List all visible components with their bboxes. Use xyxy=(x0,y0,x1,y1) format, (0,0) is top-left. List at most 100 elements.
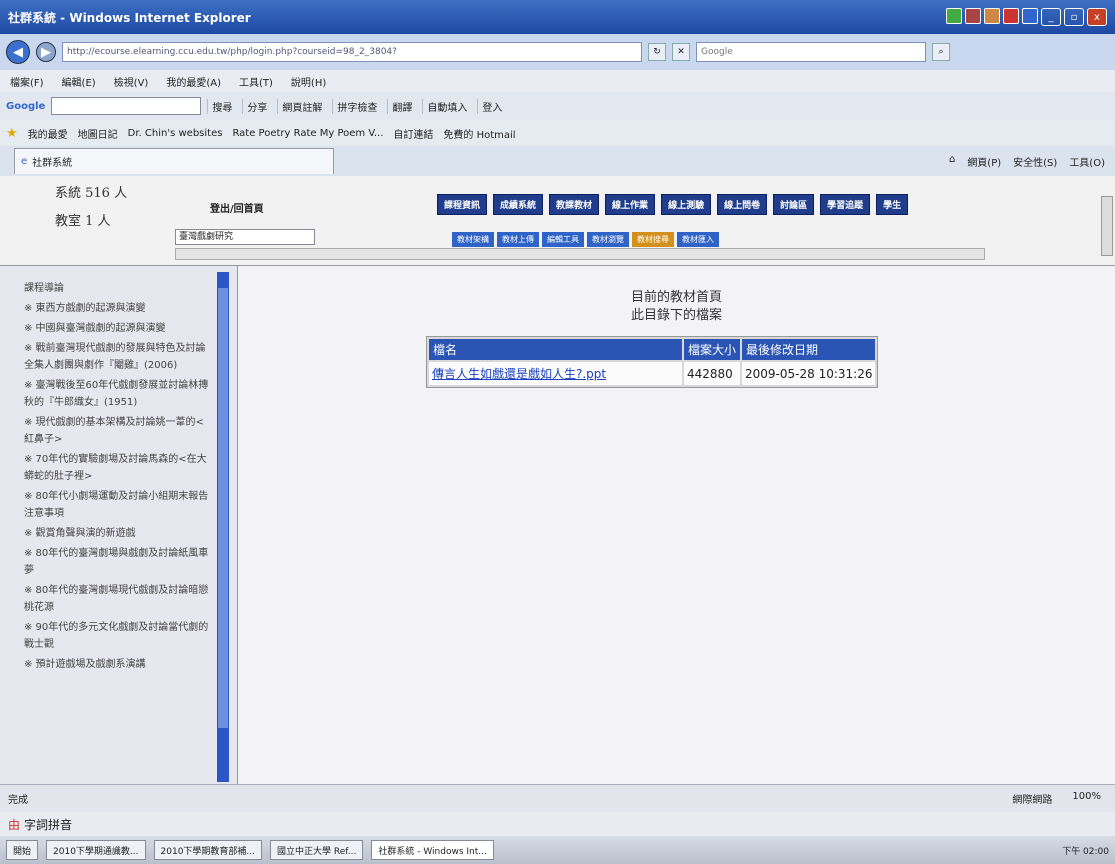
nav-tracking[interactable]: 學習追蹤 xyxy=(820,194,871,215)
gtool-search[interactable]: 搜尋 xyxy=(207,98,236,114)
logout-home-link[interactable]: 登出/回首頁 xyxy=(210,200,264,215)
gtool-translate[interactable]: 翻譯 xyxy=(387,98,416,114)
chapter-item[interactable]: ※ 80年代的臺灣劇場與戲劇及討論紙風車夢 xyxy=(24,545,212,579)
stop-icon[interactable]: ✕ xyxy=(672,43,690,61)
chapter-item[interactable]: ※ 東西方戲劇的起源與演變 xyxy=(24,300,212,317)
ime-icon[interactable]: 由 xyxy=(8,816,20,833)
google-logo: Google xyxy=(6,100,46,112)
chapter-item[interactable]: ※ 70年代的實驗劇場及討論馬森的<在大蟒蛇的肚子裡> xyxy=(24,451,212,485)
scrollbar-thumb[interactable] xyxy=(218,288,228,728)
sidebar-scrollbar[interactable] xyxy=(217,272,229,782)
minimize-button[interactable]: _ xyxy=(1041,8,1061,26)
subnav-edit-tools[interactable]: 編輯工具 xyxy=(542,232,584,247)
taskbar-item-active[interactable]: 社群系統 - Windows Int... xyxy=(371,840,494,860)
fav-item[interactable]: 地圖日記 xyxy=(78,126,118,141)
gtool-signin[interactable]: 登入 xyxy=(477,98,506,114)
maximize-button[interactable]: ▫ xyxy=(1064,8,1084,26)
zoom-level[interactable]: 100% xyxy=(1072,791,1101,806)
chapter-item[interactable]: ※ 80年代小劇場運動及討論小組期末報告注意事項 xyxy=(24,488,212,522)
chapter-item[interactable]: ※ 90年代的多元文化戲劇及討論當代劇的戰士觀 xyxy=(24,619,212,653)
menu-view[interactable]: 檢視(V) xyxy=(114,74,149,89)
status-text: 完成 xyxy=(8,795,28,806)
gtool-autofill[interactable]: 自動填入 xyxy=(422,98,471,114)
taskbar-item[interactable]: 2010下學期通識教... xyxy=(46,840,146,860)
gtool-spellcheck[interactable]: 拼字檢查 xyxy=(332,98,381,114)
menu-help[interactable]: 說明(H) xyxy=(291,74,326,89)
nav-materials[interactable]: 教課教材 xyxy=(549,194,600,215)
classroom-count: 教室 1 人 xyxy=(55,214,111,229)
address-bar: ◀ ▶ http://ecourse.elearning.ccu.edu.tw/… xyxy=(0,34,1115,70)
chapter-item[interactable]: ※ 預計遊戲場及戲劇系演講 xyxy=(24,656,212,673)
app-icon[interactable] xyxy=(946,8,962,24)
forward-button[interactable]: ▶ xyxy=(36,42,56,62)
url-field[interactable]: http://ecourse.elearning.ccu.edu.tw/php/… xyxy=(62,42,642,62)
taskbar: 開始 2010下學期通識教... 2010下學期教育部補... 國立中正大學 R… xyxy=(0,836,1115,864)
page-header: 系統 516 人 教室 1 人 登出/回首頁 臺灣戲劇研究 課程資訊 成績系統 … xyxy=(0,176,1115,266)
gtool-notes[interactable]: 網頁註解 xyxy=(277,98,326,114)
chapter-item[interactable]: 課程導論 xyxy=(24,280,212,297)
back-button[interactable]: ◀ xyxy=(6,40,30,64)
subnav-upload[interactable]: 教材上傳 xyxy=(497,232,539,247)
online-count: 系統 516 人 xyxy=(55,186,128,201)
app-icon[interactable] xyxy=(1022,8,1038,24)
refresh-icon[interactable]: ↻ xyxy=(648,43,666,61)
chapter-item[interactable]: ※ 戰前臺灣現代戲劇的發展與特色及討論全集人劇團與劇作『閹雞』(2006) xyxy=(24,340,212,374)
chapter-item[interactable]: ※ 臺灣戰後至60年代戲劇發展並討論林摶秋的『牛郎織女』(1951) xyxy=(24,377,212,411)
main-content: 目前的教材首頁 此目錄下的檔案 檔名 檔案大小 最後修改日期 傳言人生如戲還是戲… xyxy=(238,266,1115,784)
menu-edit[interactable]: 編輯(E) xyxy=(62,74,96,89)
file-date-cell: 2009-05-28 10:31:26 xyxy=(742,362,876,385)
favorites-label[interactable]: 我的最愛 xyxy=(28,126,68,141)
header-scrollbar[interactable] xyxy=(175,248,985,260)
chapter-item[interactable]: ※ 現代戲劇的基本架構及討論姚一葦的<紅鼻子> xyxy=(24,414,212,448)
zone-label: 網際網路 xyxy=(1012,795,1053,806)
taskbar-item[interactable]: 2010下學期教育部補... xyxy=(153,840,263,860)
fav-item[interactable]: Rate Poetry Rate My Poem V... xyxy=(232,128,383,139)
ime-label[interactable]: 字詞拼音 xyxy=(24,816,72,833)
chapter-item[interactable]: ※ 觀賞角聲與演的新遊戲 xyxy=(24,525,212,542)
subnav-browse[interactable]: 教材瀏覽 xyxy=(587,232,629,247)
home-icon[interactable]: ⌂ xyxy=(949,154,955,169)
close-button[interactable]: x xyxy=(1087,8,1107,26)
tab-current[interactable]: e 社群系統 xyxy=(14,148,334,174)
menu-file[interactable]: 檔案(F) xyxy=(10,74,44,89)
google-search-input[interactable] xyxy=(51,97,202,115)
app-icon[interactable] xyxy=(984,8,1000,24)
online-counts: 系統 516 人 教室 1 人 xyxy=(55,180,127,236)
app-icon[interactable] xyxy=(965,8,981,24)
taskbar-item[interactable]: 國立中正大學 Ref... xyxy=(270,840,364,860)
tab-bar: e 社群系統 ⌂ 網頁(P) 安全性(S) 工具(O) xyxy=(0,146,1115,176)
file-link[interactable]: 傳言人生如戲還是戲如人生?.ppt xyxy=(432,367,606,381)
sub-nav: 教材架構 教材上傳 編輯工具 教材瀏覽 教材搜尋 教材匯入 xyxy=(452,232,719,247)
chapter-item[interactable]: ※ 中國與臺灣戲劇的起源與演變 xyxy=(24,320,212,337)
nav-grades[interactable]: 成績系統 xyxy=(493,194,544,215)
system-clock: 下午 02:00 xyxy=(1062,846,1109,857)
fav-item[interactable]: 免費的 Hotmail xyxy=(443,126,515,141)
nav-students[interactable]: 學生 xyxy=(876,194,909,215)
chapter-item[interactable]: ※ 80年代的臺灣劇場現代戲劇及討論暗戀桃花源 xyxy=(24,582,212,616)
tool-tools[interactable]: 工具(O) xyxy=(1069,154,1105,169)
tool-page[interactable]: 網頁(P) xyxy=(967,154,1001,169)
fav-item[interactable]: 自訂連結 xyxy=(393,126,433,141)
tool-safety[interactable]: 安全性(S) xyxy=(1013,154,1057,169)
app-icon[interactable] xyxy=(1003,8,1019,24)
menu-favorites[interactable]: 我的最愛(A) xyxy=(166,74,221,89)
nav-quiz[interactable]: 線上測驗 xyxy=(661,194,712,215)
subnav-search[interactable]: 教材搜尋 xyxy=(632,232,674,247)
gtool-share[interactable]: 分享 xyxy=(242,98,271,114)
chapter-list: 課程導論 ※ 東西方戲劇的起源與演變 ※ 中國與臺灣戲劇的起源與演變 ※ 戰前臺… xyxy=(24,280,212,676)
top-nav: 課程資訊 成績系統 教課教材 線上作業 線上測驗 線上問卷 討論區 學習追蹤 學… xyxy=(437,194,909,215)
search-input[interactable]: Google xyxy=(696,42,926,62)
header-vertical-scrollbar[interactable] xyxy=(1101,196,1113,256)
nav-survey[interactable]: 線上問卷 xyxy=(717,194,768,215)
fav-item[interactable]: Dr. Chin's websites xyxy=(128,128,223,139)
nav-homework[interactable]: 線上作業 xyxy=(605,194,656,215)
search-icon[interactable]: ⌕ xyxy=(932,43,950,61)
menu-tools[interactable]: 工具(T) xyxy=(239,74,273,89)
nav-course-info[interactable]: 課程資訊 xyxy=(437,194,488,215)
subnav-import[interactable]: 教材匯入 xyxy=(677,232,719,247)
subnav-structure[interactable]: 教材架構 xyxy=(452,232,494,247)
nav-forum[interactable]: 討論區 xyxy=(773,194,815,215)
start-button[interactable]: 開始 xyxy=(6,840,39,860)
course-select[interactable]: 臺灣戲劇研究 xyxy=(175,229,315,245)
star-icon[interactable]: ★ xyxy=(6,126,18,141)
